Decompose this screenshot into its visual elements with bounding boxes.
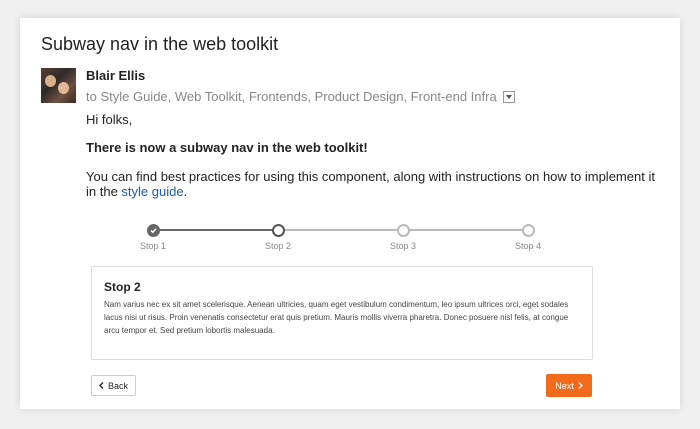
subway-stop-label: Stop 2: [264, 241, 292, 251]
recipients-line: to Style Guide, Web Toolkit, Frontends, …: [86, 89, 516, 104]
subway-stop-2[interactable]: [272, 224, 285, 237]
subway-track-segment: [278, 229, 403, 231]
subway-nav: Stop 1 Stop 2 Stop 3 Stop 4: [120, 218, 580, 258]
recipients-dropdown-icon[interactable]: [503, 90, 516, 103]
chevron-left-icon: [98, 382, 104, 389]
subway-track-segment: [153, 229, 278, 231]
chevron-right-icon: [578, 382, 583, 389]
check-icon: [150, 228, 157, 234]
subway-stop-label: Stop 4: [514, 241, 542, 251]
subway-track-segment: [403, 229, 528, 231]
recipients-text: to Style Guide, Web Toolkit, Frontends, …: [86, 89, 497, 104]
step-panel-text: Nam varius nec ex sit amet scelerisque. …: [104, 300, 569, 335]
sender-name[interactable]: Blair Ellis: [86, 68, 145, 83]
subway-stop-label: Stop 3: [389, 241, 417, 251]
next-button-label: Next: [555, 380, 574, 391]
body-paragraph: You can find best practices for using th…: [86, 169, 656, 199]
back-button[interactable]: Back: [91, 375, 136, 396]
email-subject: Subway nav in the web toolkit: [41, 34, 279, 54]
back-button-label: Back: [107, 380, 128, 391]
step-panel: Stop 2 Nam varius nec ex sit amet sceler…: [91, 266, 593, 360]
next-button[interactable]: Next: [546, 374, 592, 397]
body-text-after-link: .: [183, 184, 188, 199]
headline: There is now a subway nav in the web too…: [86, 140, 368, 155]
email-card: Subway nav in the web toolkit Blair Elli…: [20, 18, 680, 409]
greeting: Hi folks,: [86, 112, 133, 127]
style-guide-link[interactable]: style guide: [121, 184, 183, 199]
subway-stop-1[interactable]: [147, 224, 160, 237]
subway-stop-4[interactable]: [522, 224, 535, 237]
step-panel-title: Stop 2: [104, 280, 141, 294]
subway-stop-label: Stop 1: [139, 241, 167, 251]
avatar[interactable]: [41, 68, 76, 103]
subway-stop-3[interactable]: [397, 224, 410, 237]
